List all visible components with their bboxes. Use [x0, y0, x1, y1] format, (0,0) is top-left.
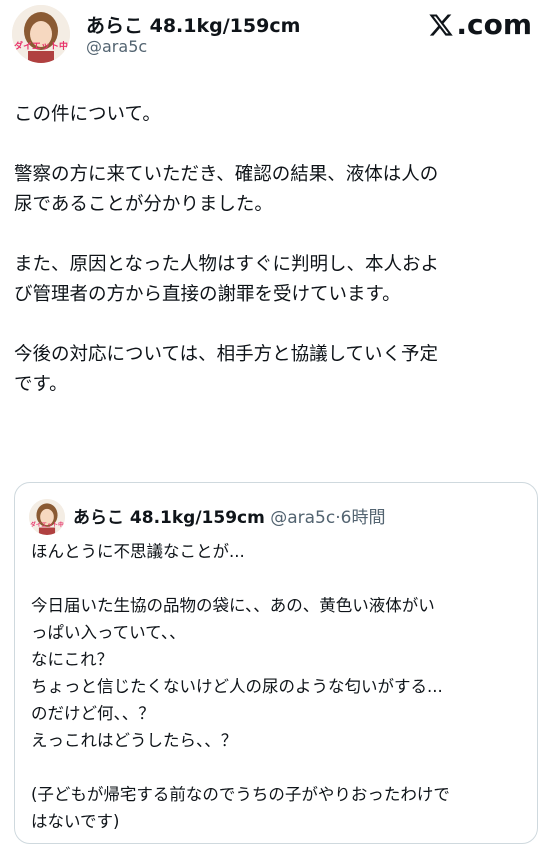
quoted-text-line: 今日届いた生協の品物の袋に、、あの、黄色い液体がい	[31, 596, 435, 615]
quoted-text-line: のだけど何、、？	[31, 704, 155, 723]
quoted-text-line: なにこれ？	[31, 650, 114, 669]
quoted-post-card[interactable]: ダイエット中 あらこ 48.1kg/159cm @ara5c·6時間 ほんとうに…	[14, 482, 538, 844]
quoted-text-line: (子どもが帰宅する前なのでうちの子がやりおったわけで	[31, 785, 450, 804]
x-logo-icon	[429, 13, 454, 36]
post-text-line: です。	[14, 374, 68, 395]
author-handle[interactable]: @ara5c	[86, 37, 147, 56]
post-body: この件について。警察の方に来ていただき、確認の結果、液体は人の 尿であることが分か…	[14, 100, 539, 400]
quoted-post-body: ほんとうに不思議なことが... 今日届いた生協の品物の袋に、、あの、黄色い液体がい…	[31, 538, 526, 835]
author-avatar[interactable]: ダイエット中	[12, 5, 70, 63]
quoted-text-line: ちょっと信じたくないけど人の尿のような匂いがする...	[31, 677, 443, 696]
x-brand-logo: .com	[428, 8, 532, 41]
quoted-post-header: あらこ 48.1kg/159cm @ara5c·6時間	[73, 503, 385, 528]
quoted-post-time[interactable]: 6時間	[341, 508, 386, 528]
post-text-line: この件について。	[14, 104, 161, 125]
quoted-author-avatar[interactable]: ダイエット中	[29, 499, 65, 535]
quoted-text-line: っぱい入っていて、、	[31, 623, 186, 642]
quoted-text-line: はないです)	[31, 812, 120, 831]
quoted-author-display-name[interactable]: あらこ 48.1kg/159cm	[73, 508, 265, 528]
quoted-text-line: ほんとうに不思議なことが...	[31, 542, 245, 561]
avatar-badge-text: ダイエット中	[14, 40, 68, 52]
post-text-line: また、原因となった人物はすぐに判明し、本人およ	[14, 254, 439, 275]
brand-domain-text: .com	[456, 8, 532, 41]
author-display-name[interactable]: あらこ 48.1kg/159cm	[86, 11, 300, 38]
post-text-line: 警察の方に来ていただき、確認の結果、液体は人の	[14, 164, 439, 185]
quoted-author-handle[interactable]: @ara5c	[270, 508, 335, 528]
post-text-line: び管理者の方から直接の謝罪を受けています。	[14, 284, 401, 305]
quoted-text-line: えっこれはどうしたら、、？	[31, 731, 238, 750]
post-text-line: 尿であることが分かりました。	[14, 194, 273, 215]
post-text-line: 今後の対応については、相手方と協議していく予定	[14, 344, 439, 365]
